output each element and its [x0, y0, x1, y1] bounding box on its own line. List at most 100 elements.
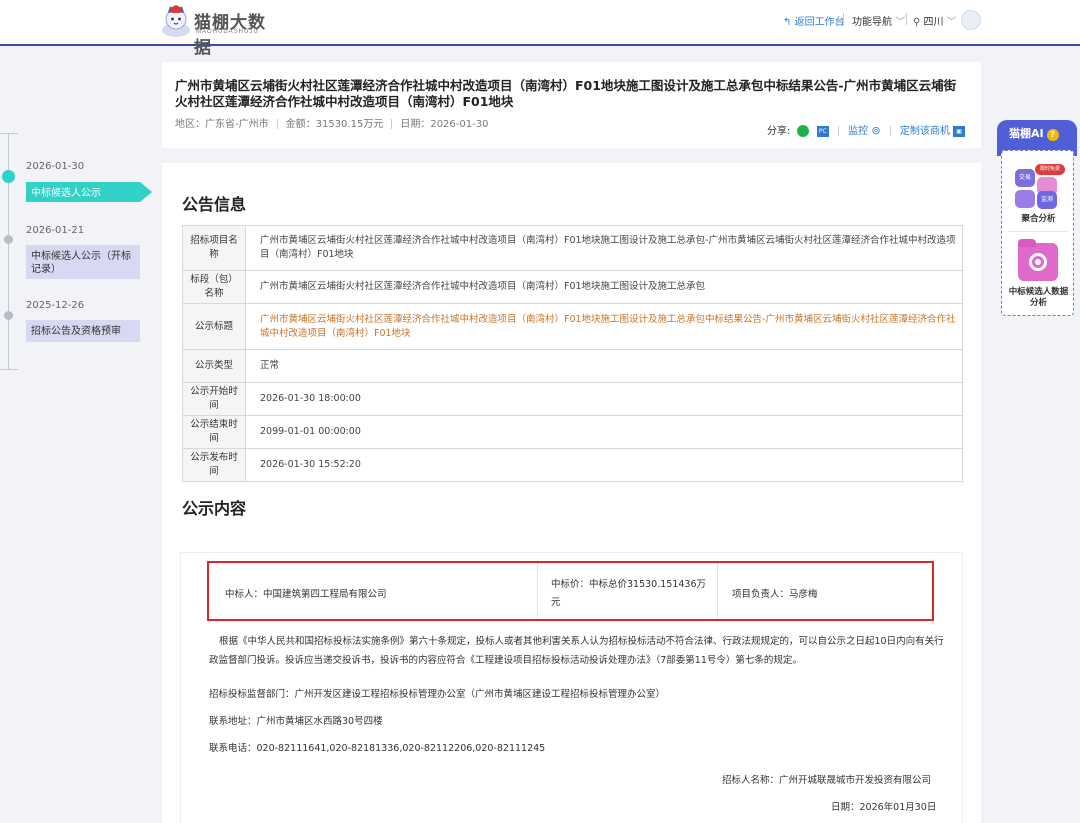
row-label: 招标项目名称 — [182, 225, 246, 271]
cell-divider — [717, 563, 718, 619]
location-pin-icon: ⚲ — [913, 17, 921, 28]
share-divider — [889, 126, 891, 136]
timeline-dot-active — [2, 170, 15, 183]
back-to-workbench-label: 返回工作台 — [794, 17, 845, 28]
timeline-date: 2025-12-26 — [26, 300, 85, 311]
candidate-data-label[interactable]: 中标候选人数据分析 — [1002, 287, 1075, 309]
row-label: 公示结束时间 — [182, 415, 246, 449]
timeline-tick — [0, 369, 18, 370]
row-value: 正常 — [245, 349, 963, 383]
table-row: 标段（包）名称 广州市黄埔区云埔街火村社区莲潭经济合作社城中村改造项目（南湾村）… — [182, 270, 963, 304]
share-divider — [837, 126, 839, 136]
ai-panel-body: 交易 限时免费 监测 聚合分析 中标候选人数据分析 — [1001, 150, 1074, 316]
info-table: 招标项目名称 广州市黄埔区云埔街火村社区莲潭经济合作社城中村改造项目（南湾村）F… — [182, 225, 963, 482]
table-row: 招标项目名称 广州市黄埔区云埔街火村社区莲潭经济合作社城中村改造项目（南湾村）F… — [182, 225, 963, 271]
meta-region: 地区：广东省-广州市 — [175, 119, 269, 130]
candidate-data-icon[interactable] — [1018, 239, 1058, 281]
timeline-date: 2026-01-30 — [26, 161, 85, 172]
aggregate-analysis-label[interactable]: 聚合分析 — [1002, 214, 1075, 225]
header-divider — [843, 13, 844, 25]
complaint-paragraph: 根据《中华人民共和国招标投标法实施条例》第六十条规定，投标人或者其他利害关系人认… — [209, 636, 944, 666]
page-title: 广州市黄埔区云埔街火村社区莲潭经济合作社城中村改造项目（南湾村）F01地块施工图… — [175, 78, 957, 109]
trade-tile-label: 交易 — [1018, 174, 1031, 181]
target-center — [1035, 259, 1041, 265]
winner-name: 中标人：中国建筑第四工程局有限公司 — [225, 589, 387, 600]
meta-row: 地区：广东省-广州市 金额：31530.15万元 日期：2026-01-30 — [175, 115, 488, 130]
section-title-content: 公示内容 — [182, 499, 247, 518]
meta-divider — [276, 119, 278, 129]
row-value: 2099-01-01 00:00:00 — [245, 415, 963, 449]
monitor-tile: 监测 — [1037, 191, 1057, 209]
meta-amount: 金额：31530.15万元 — [285, 119, 384, 130]
function-nav-dropdown[interactable]: 功能导航 ﹀ — [852, 13, 905, 28]
logo-subtitle: MAOHUDASHUJU — [196, 29, 259, 35]
ai-side-panel: 猫棚AI? 交易 限时免费 监测 聚合分析 中标候选人数据分析 — [997, 120, 1077, 316]
monitor-icon: ⊚ — [871, 124, 881, 137]
back-arrow-icon: ↰ — [783, 17, 792, 28]
table-row: 公示标题 广州市黄埔区云埔街火村社区莲潭经济合作社城中村改造项目（南湾村）F01… — [182, 303, 963, 350]
timeline-item[interactable]: 中标候选人公示（开标记录） — [26, 245, 140, 279]
timeline-date: 2026-01-21 — [26, 225, 85, 236]
free-badge-label: 限时免费 — [1039, 166, 1060, 172]
help-icon[interactable]: ? — [1046, 129, 1059, 141]
share-bar: 分享: PC 监控 ⊚ 定制该商机 ▣ — [767, 122, 966, 137]
title-card: 广州市黄埔区云埔街火村社区莲潭经济合作社城中村改造项目（南湾村）F01地块施工图… — [162, 62, 981, 148]
row-label: 公示发布时间 — [182, 448, 246, 482]
table-row: 公示发布时间 2026-01-30 15:52:20 — [182, 448, 963, 482]
winner-highlight-box: 中标人：中国建筑第四工程局有限公司 中标价：中标总价31530.151436万元… — [207, 561, 934, 621]
user-card-icon: ▣ — [953, 125, 966, 137]
top-bar: 猫棚大数据 MAOHUDASHUJU ↰ 返回工作台 功能导航 ﹀ ⚲ 四川 ﹀ — [0, 0, 1080, 58]
timeline-active-arrow — [140, 182, 152, 202]
header-divider — [906, 13, 907, 25]
timeline-dot — [4, 311, 13, 320]
trade-tile: 交易 — [1015, 169, 1035, 187]
ai-divider — [1008, 231, 1068, 232]
table-row: 公示类型 正常 — [182, 349, 963, 383]
meta-date: 日期：2026-01-30 — [400, 119, 489, 130]
region-selector[interactable]: ⚲ 四川 ﹀ — [913, 13, 957, 28]
row-label: 标段（包）名称 — [182, 270, 246, 304]
avatar[interactable] — [961, 10, 981, 30]
timeline-dot — [4, 235, 13, 244]
row-label: 公示标题 — [182, 303, 246, 350]
chevron-down-icon: ﹀ — [895, 17, 906, 28]
folder-tab — [1018, 239, 1036, 247]
supervisor-text: 招标投标监督部门：广州开发区建设工程招标投标管理办公室（广州市黄埔区建设工程招标… — [209, 689, 666, 700]
chevron-down-icon: ﹀ — [946, 17, 957, 28]
tenderer-text: 招标人名称：广州开城联晟城市开发投资有限公司 — [722, 775, 932, 786]
meta-divider — [391, 119, 393, 129]
ai-tab-label: 猫棚AI — [1009, 127, 1044, 140]
cell-divider — [537, 563, 538, 619]
content-date: 日期：2026年01月30日 — [831, 802, 937, 813]
purple-tile — [1015, 190, 1035, 208]
row-label: 公示类型 — [182, 349, 246, 383]
table-row: 公示开始时间 2026-01-30 18:00:00 — [182, 382, 963, 416]
phone-text: 联系电话：020-82111641,020-82181336,020-82112… — [209, 743, 546, 754]
function-nav-label: 功能导航 — [852, 17, 892, 28]
timeline-item[interactable]: 中标候选人公示 — [26, 182, 140, 202]
monitor-link[interactable]: 监控 — [848, 126, 868, 137]
address-text: 联系地址：广州市黄埔区水西路30号四楼 — [209, 716, 383, 727]
row-value: 广州市黄埔区云埔街火村社区莲潭经济合作社城中村改造项目（南湾村）F01地块施工图… — [245, 225, 963, 271]
row-label: 公示开始时间 — [182, 382, 246, 416]
row-value-link[interactable]: 广州市黄埔区云埔街火村社区莲潭经济合作社城中村改造项目（南湾村）F01地块施工图… — [245, 303, 963, 350]
row-value: 2026-01-30 15:52:20 — [245, 448, 963, 482]
back-to-workbench-link[interactable]: ↰ 返回工作台 — [783, 13, 845, 28]
pc-icon[interactable]: PC — [816, 125, 829, 137]
main-card: 公告信息 招标项目名称 广州市黄埔区云埔街火村社区莲潭经济合作社城中村改造项目（… — [162, 163, 981, 823]
logo[interactable]: 猫棚大数据 MAOHUDASHUJU — [158, 2, 270, 58]
region-label: 四川 — [923, 17, 944, 28]
subscribe-link[interactable]: 定制该商机 — [900, 126, 950, 137]
free-badge: 限时免费 — [1035, 164, 1065, 175]
announcement-content: 中标人：中国建筑第四工程局有限公司 中标价：中标总价31530.151436万元… — [180, 552, 963, 823]
share-label: 分享: — [767, 126, 791, 137]
timeline-line — [8, 133, 9, 369]
logo-mascot-icon — [162, 5, 190, 37]
row-value: 2026-01-30 18:00:00 — [245, 382, 963, 416]
aggregate-analysis-icon[interactable]: 交易 限时免费 监测 — [1015, 164, 1065, 209]
wechat-icon[interactable] — [796, 125, 809, 137]
table-row: 公示结束时间 2099-01-01 00:00:00 — [182, 415, 963, 449]
timeline-tick — [0, 133, 18, 134]
timeline-item[interactable]: 招标公告及资格预审 — [26, 320, 140, 342]
row-value: 广州市黄埔区云埔街火村社区莲潭经济合作社城中村改造项目（南湾村）F01地块施工图… — [245, 270, 963, 304]
